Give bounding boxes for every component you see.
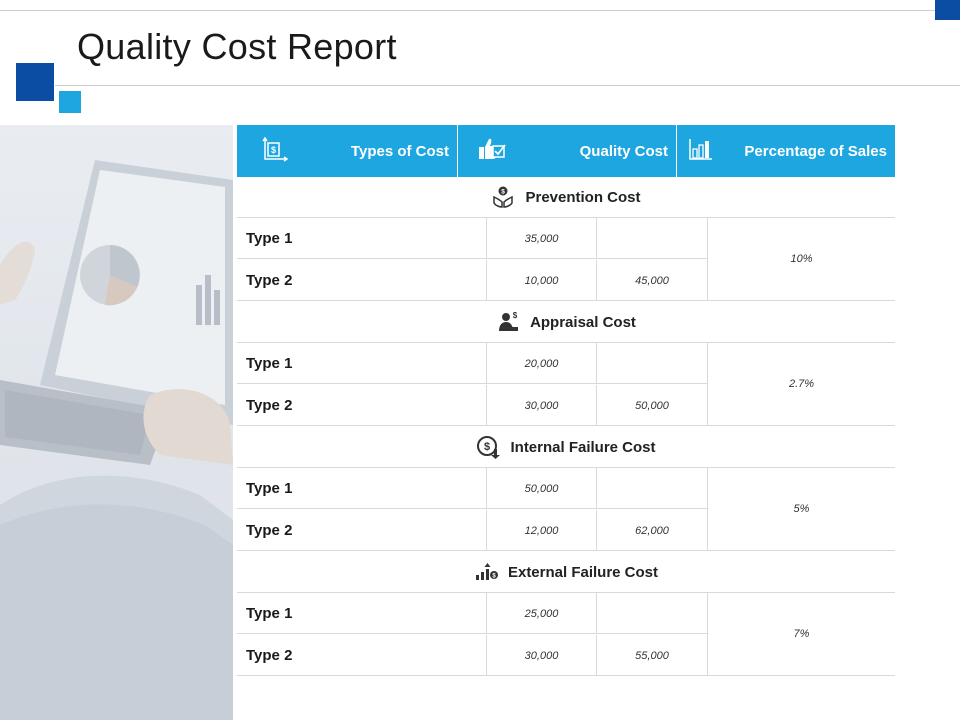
section-title: External Failure Cost xyxy=(507,563,659,581)
row-type: Type 2 xyxy=(246,272,293,289)
section-heading-external-failure-cost: $ External Failure Cost xyxy=(237,552,895,593)
section-title: Appraisal Cost xyxy=(530,313,636,331)
section-heading-appraisal-cost: $ Appraisal Cost xyxy=(237,302,895,343)
table-row: Type 2 30,000 55,000 xyxy=(237,635,707,676)
dollar-down-icon: $ xyxy=(477,436,501,459)
row-type: Type 1 xyxy=(246,605,293,622)
row-cost: 12,000 xyxy=(486,510,596,551)
accent-square-small xyxy=(59,91,81,113)
hands-dollar-icon: $ xyxy=(493,186,514,208)
person-dollar-icon: $ xyxy=(499,311,519,331)
row-type: Type 1 xyxy=(246,480,293,497)
row-total xyxy=(596,343,707,384)
row-cost: 10,000 xyxy=(486,260,596,301)
percentage-cell: 7% xyxy=(707,593,895,676)
slide-title: Quality Cost Report xyxy=(77,26,397,67)
table-row: Type 1 50,000 xyxy=(237,468,707,509)
row-type: Type 1 xyxy=(246,230,293,247)
row-cost: 30,000 xyxy=(486,385,596,426)
corner-accent-square xyxy=(935,0,960,20)
percentage-cell: 10% xyxy=(707,218,895,301)
chart-dollar-icon: $ xyxy=(475,563,498,580)
row-total xyxy=(596,593,707,634)
header-quality-cost: Quality Cost xyxy=(579,142,668,160)
row-type: Type 2 xyxy=(246,397,293,414)
section-heading-prevention-cost: $ Prevention Cost xyxy=(237,177,895,218)
row-total: 62,000 xyxy=(596,510,707,551)
table-row: Type 2 12,000 62,000 xyxy=(237,510,707,551)
percentage-cell: 2.7% xyxy=(707,343,895,426)
row-type: Type 2 xyxy=(246,647,293,664)
title-divider xyxy=(55,85,960,86)
table-row: Type 1 20,000 xyxy=(237,343,707,384)
row-cost: 25,000 xyxy=(486,593,596,634)
row-cost: 35,000 xyxy=(486,218,596,259)
row-cost: 20,000 xyxy=(486,343,596,384)
table-row: Type 1 35,000 xyxy=(237,218,707,259)
section-title: Prevention Cost xyxy=(525,188,641,206)
section-title: Internal Failure Cost xyxy=(510,438,656,456)
row-total xyxy=(596,218,707,259)
background-photo xyxy=(0,125,233,720)
header-types-of-cost: Types of Cost xyxy=(350,142,449,160)
svg-text:$: $ xyxy=(502,189,506,196)
header-percentage-of-sales: Percentage of Sales xyxy=(744,142,887,160)
table-row: Type 2 30,000 50,000 xyxy=(237,385,707,426)
accent-square-large xyxy=(16,63,54,101)
svg-text:$: $ xyxy=(513,311,518,320)
row-total: 45,000 xyxy=(596,260,707,301)
row-type: Type 2 xyxy=(246,522,293,539)
row-total xyxy=(596,468,707,509)
row-cost: 30,000 xyxy=(486,635,596,676)
row-type: Type 1 xyxy=(246,355,293,372)
row-total: 50,000 xyxy=(596,385,707,426)
percentage-cell: 5% xyxy=(707,468,895,551)
section-heading-internal-failure-cost: $ Internal Failure Cost xyxy=(237,427,895,468)
svg-text:$: $ xyxy=(484,441,490,453)
top-divider xyxy=(0,10,960,11)
row-total: 55,000 xyxy=(596,635,707,676)
row-cost: 50,000 xyxy=(486,468,596,509)
table-row: Type 2 10,000 45,000 xyxy=(237,260,707,301)
table-header: $ Types of Cost Quality Cost Percentage … xyxy=(237,125,895,177)
table-row: Type 1 25,000 xyxy=(237,593,707,634)
